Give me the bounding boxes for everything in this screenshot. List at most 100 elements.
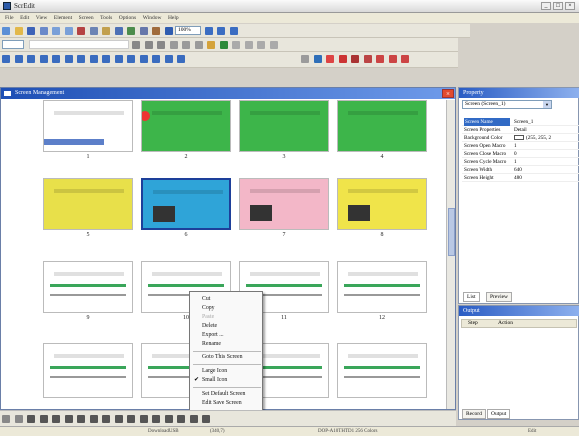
property-row[interactable]: Screen Open Macro 1 (462, 142, 579, 150)
rotate-icon[interactable] (189, 415, 198, 423)
arc-tool-icon[interactable] (351, 55, 359, 63)
history-element-icon[interactable] (177, 55, 185, 63)
vertical-scrollbar[interactable] (446, 100, 455, 409)
align-center-icon[interactable] (144, 41, 153, 49)
menu-screen[interactable]: Screen (79, 13, 94, 23)
fg-color-icon[interactable] (207, 41, 215, 49)
screen-thumbnail[interactable] (337, 178, 427, 230)
property-value[interactable]: Detail (514, 126, 527, 134)
screen-thumbnail[interactable] (43, 178, 133, 230)
copy-icon[interactable] (89, 27, 98, 35)
bold-icon[interactable] (169, 41, 178, 49)
group-icon[interactable] (257, 41, 265, 49)
menu-item-set-default-screen[interactable]: Set Default Screen (202, 391, 245, 397)
color-swatch[interactable] (514, 135, 524, 140)
close-window-button[interactable]: × (565, 2, 575, 10)
object-selector[interactable]: Screen (Screen_1) ▼ (462, 100, 552, 109)
sample-element-icon[interactable] (139, 55, 148, 63)
italic-icon[interactable] (182, 41, 190, 49)
ungroup-icon[interactable] (269, 41, 278, 49)
keypad-element-icon[interactable] (127, 55, 135, 63)
compile-icon[interactable] (114, 27, 123, 35)
paste-icon[interactable] (102, 27, 110, 35)
meter-element-icon[interactable] (27, 55, 35, 63)
calendar-element-icon[interactable] (152, 55, 160, 63)
font-select[interactable] (28, 40, 129, 49)
flip-h-icon[interactable] (164, 415, 173, 423)
input-element-icon[interactable] (77, 55, 85, 63)
tab-list[interactable]: List (463, 292, 480, 302)
property-row[interactable]: Screen Properties Detail (462, 126, 579, 134)
fill-icon[interactable] (244, 41, 253, 49)
pointer-icon[interactable] (301, 55, 309, 63)
property-value[interactable]: 1 (514, 158, 517, 166)
trend-element-icon[interactable] (52, 55, 60, 63)
bg-color-icon[interactable] (219, 41, 228, 49)
align-left-icon[interactable] (2, 415, 10, 423)
chevron-down-icon[interactable]: ▼ (543, 101, 551, 108)
zoom-select[interactable]: 100% (175, 26, 201, 35)
open-icon[interactable] (14, 27, 23, 35)
screen-thumbnail[interactable] (43, 261, 133, 313)
property-value[interactable]: Screen_1 (514, 118, 533, 126)
menu-item-edit-save-screen[interactable]: Edit Save Screen (202, 400, 242, 406)
menu-element[interactable]: Element (54, 13, 72, 23)
lamp-element-icon[interactable] (14, 55, 23, 63)
menu-item-paste[interactable]: Paste (202, 314, 214, 320)
menu-item-copy[interactable]: Copy (202, 305, 215, 311)
alarm-element-icon[interactable] (102, 55, 110, 63)
scrollbar-thumb[interactable] (448, 208, 455, 256)
menu-options[interactable]: Options (119, 13, 136, 23)
table-tool-icon[interactable] (401, 55, 409, 63)
menu-view[interactable]: View (36, 13, 48, 23)
align-bottom-icon[interactable] (39, 415, 48, 423)
screen-thumbnail[interactable] (337, 100, 427, 152)
center-h-icon[interactable] (52, 415, 60, 423)
grid-icon[interactable] (152, 27, 160, 35)
screen-thumbnail[interactable] (337, 343, 427, 398)
property-row[interactable]: Background Color (255, 255, 2 (462, 134, 579, 142)
center-v-icon[interactable] (64, 415, 73, 423)
tab-record[interactable]: Record (462, 409, 486, 419)
scale-tool-icon[interactable] (388, 55, 397, 63)
same-height-icon[interactable] (89, 415, 98, 423)
menu-tools[interactable]: Tools (100, 13, 112, 23)
tab-preview[interactable]: Preview (486, 292, 513, 302)
space-v-icon[interactable] (127, 415, 135, 423)
screen-thumbnail[interactable] (239, 100, 329, 152)
close-icon[interactable]: × (442, 89, 454, 98)
align-right-icon[interactable] (157, 41, 165, 49)
screen-thumbnail[interactable] (43, 343, 133, 398)
property-row[interactable]: Screen Name Screen_1 (462, 118, 579, 126)
download-icon[interactable] (127, 27, 135, 35)
same-width-icon[interactable] (77, 415, 85, 423)
screen-thumbnail[interactable] (141, 100, 231, 152)
lock-icon[interactable] (202, 415, 210, 423)
screen-thumbnail[interactable] (337, 261, 427, 313)
undo-icon[interactable] (52, 27, 60, 35)
menu-item-rename[interactable]: Rename (202, 341, 221, 347)
bring-front-icon[interactable] (139, 415, 148, 423)
align-left-icon[interactable] (132, 41, 140, 49)
column-header-action[interactable]: Action (498, 320, 513, 327)
circle-tool-icon[interactable] (338, 55, 347, 63)
line-tool-icon[interactable] (313, 55, 322, 63)
picture-element-icon[interactable] (114, 55, 123, 63)
tab-output[interactable]: Output (487, 409, 511, 419)
property-row[interactable]: Screen Width 640 (462, 166, 579, 174)
property-value[interactable]: 1 (514, 142, 517, 150)
polygon-tool-icon[interactable] (363, 55, 372, 63)
line-style-icon[interactable] (232, 41, 240, 49)
bar-element-icon[interactable] (39, 55, 48, 63)
recipe-element-icon[interactable] (164, 55, 173, 63)
minimize-button[interactable]: _ (541, 2, 551, 10)
menu-item-delete[interactable]: Delete (202, 323, 217, 329)
menu-item-export[interactable]: Export ... (202, 332, 224, 338)
text-tool-icon[interactable] (376, 55, 384, 63)
property-row[interactable]: Screen Close Macro 0 (462, 150, 579, 158)
maximize-button[interactable]: □ (553, 2, 563, 10)
space-h-icon[interactable] (114, 415, 123, 423)
menu-edit[interactable]: Edit (20, 13, 29, 23)
cut-icon[interactable] (77, 27, 85, 35)
property-value[interactable]: (255, 255, 2 (526, 134, 551, 142)
